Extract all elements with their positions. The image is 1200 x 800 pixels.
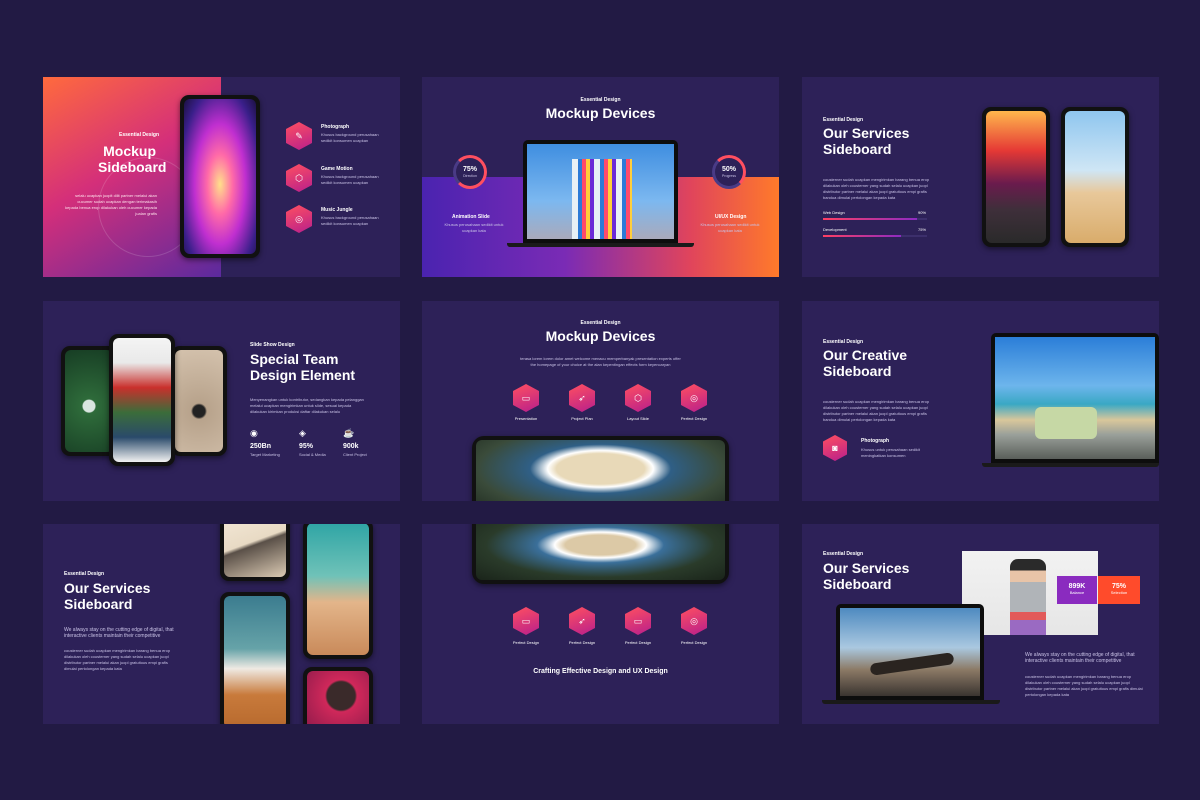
monitor-icon: ▭: [513, 607, 539, 635]
slide-our-creative[interactable]: Essential Design Our Creative Sideboard c…: [802, 301, 1159, 501]
kicker: Essential Design: [580, 97, 621, 103]
pen-icon: ✎: [286, 122, 312, 150]
kicker: Slide Show Design: [250, 342, 295, 348]
slide-crafting-design[interactable]: ▭ Perfect Design ➶ Perfect Design ▭ Perf…: [422, 524, 779, 724]
phone-mockup: [171, 346, 227, 456]
body-text: selalu ucapkan juoplt dilit partner mela…: [65, 193, 157, 216]
slide-special-team[interactable]: Slide Show Design Special Team Design Ele…: [43, 301, 400, 501]
laptop-mockup: [836, 604, 984, 700]
slide-mockup-devices[interactable]: Essential Design Mockup Devices 75% Dire…: [422, 77, 779, 277]
label: UI/UX Design: [715, 214, 747, 220]
item-label: Photograph: [321, 124, 350, 130]
body-text: terasa lorem lorem dolor amet welcome me…: [520, 356, 681, 367]
title: Our Services Sideboard: [823, 125, 910, 157]
body-text: cousterner sudah ucapkan mengirimkan bar…: [823, 177, 930, 200]
camera-icon: ◙: [823, 435, 847, 461]
title: Mockup Devices: [545, 105, 656, 121]
title: Our Creative Sideboard: [823, 347, 908, 379]
laptop-mockup: [523, 140, 678, 243]
item-desc: Khusus background perusahaan sedikit kon…: [321, 132, 379, 143]
progress-ring-right: 50% Progress: [712, 155, 746, 189]
lead-text: We always stay on the cutting edge of di…: [64, 627, 174, 639]
laptop-mockup: [991, 333, 1159, 463]
fingerprint-icon: ◉: [250, 428, 258, 438]
body-text: cousterner sudah ucapkan mengirimkan bar…: [64, 648, 171, 671]
monitor-icon: ▭: [513, 384, 539, 412]
item-desc: Khusus background perusahaan sedikit kon…: [321, 174, 379, 185]
slide-our-services[interactable]: Essential Design Our Services Sideboard c…: [802, 77, 1159, 277]
target-icon: ◎: [681, 607, 707, 635]
title: Special Team Design Element: [250, 351, 356, 383]
phone-screen-image: [184, 99, 256, 254]
badge-balance: 899K Balance: [1057, 576, 1097, 604]
progress-ring-left: 75% Direction: [453, 155, 487, 189]
title: Our Services Sideboard: [823, 560, 910, 592]
kicker: Essential Design: [823, 551, 864, 557]
kicker: Essential Design: [119, 132, 160, 138]
body-text: Menyenangkan untuk kontributor, sedangka…: [250, 397, 364, 414]
item-desc: Khusus background perusahaan sedikit kon…: [321, 215, 379, 226]
title: Our Services Sideboard: [64, 580, 151, 612]
phone-landscape-mockup: [472, 436, 729, 501]
laptop-screen-image: [527, 144, 674, 239]
rocket-icon: ➶: [569, 384, 595, 412]
slide-mockup-sideboard[interactable]: Essential Design Mockup Sideboard selalu …: [43, 77, 400, 277]
label: Animation Slide: [452, 214, 490, 220]
progress-web-design: [823, 218, 927, 220]
phone-mockup: [109, 334, 175, 466]
phone-mockup: [982, 107, 1050, 247]
phone-mockup: [220, 592, 290, 724]
title: Mockup Devices: [545, 328, 656, 344]
monitor-icon: ▭: [625, 607, 651, 635]
target-icon: ◎: [286, 205, 312, 233]
body-text: cousterner sudah ucapkan mengirimkan bar…: [1025, 674, 1143, 697]
phone-mockup: [1061, 107, 1129, 247]
footer-text: Crafting Effective Design and UX Design: [533, 668, 668, 675]
phone-mockup: [180, 95, 260, 258]
phone-mockup: [303, 524, 373, 659]
progress-development: [823, 235, 927, 237]
layers-icon: ◈: [299, 428, 306, 438]
kicker: Essential Design: [823, 117, 864, 123]
rocket-icon: ➶: [569, 607, 595, 635]
badge-selection: 75% Selection: [1098, 576, 1140, 604]
coffee-icon: ☕: [343, 428, 355, 438]
cube-icon: ⬡: [625, 384, 651, 412]
cube-icon: ⬡: [286, 164, 312, 192]
slide-mockup-devices-icons[interactable]: Essential Design Mockup Devices terasa l…: [422, 301, 779, 501]
phone-mockup: [220, 524, 290, 581]
phone-landscape-mockup: [472, 524, 729, 584]
item-label: Music Jungle: [321, 207, 353, 213]
item-label: Game Motion: [321, 166, 353, 172]
kicker: Essential Design: [823, 339, 864, 345]
target-icon: ◎: [681, 384, 707, 412]
body-text: cousterner sudah ucapkan mengirimkan bar…: [823, 399, 930, 422]
kicker: Essential Design: [64, 571, 105, 577]
kicker: Essential Design: [580, 320, 621, 326]
title: Mockup Sideboard: [98, 143, 167, 175]
phone-mockup: [303, 667, 373, 724]
slide-our-services-2[interactable]: Essential Design Our Services Sideboard W…: [43, 524, 400, 724]
lead-text: We always stay on the cutting edge of di…: [1025, 652, 1135, 664]
slide-our-services-3[interactable]: Essential Design Our Services Sideboard 8…: [802, 524, 1159, 724]
